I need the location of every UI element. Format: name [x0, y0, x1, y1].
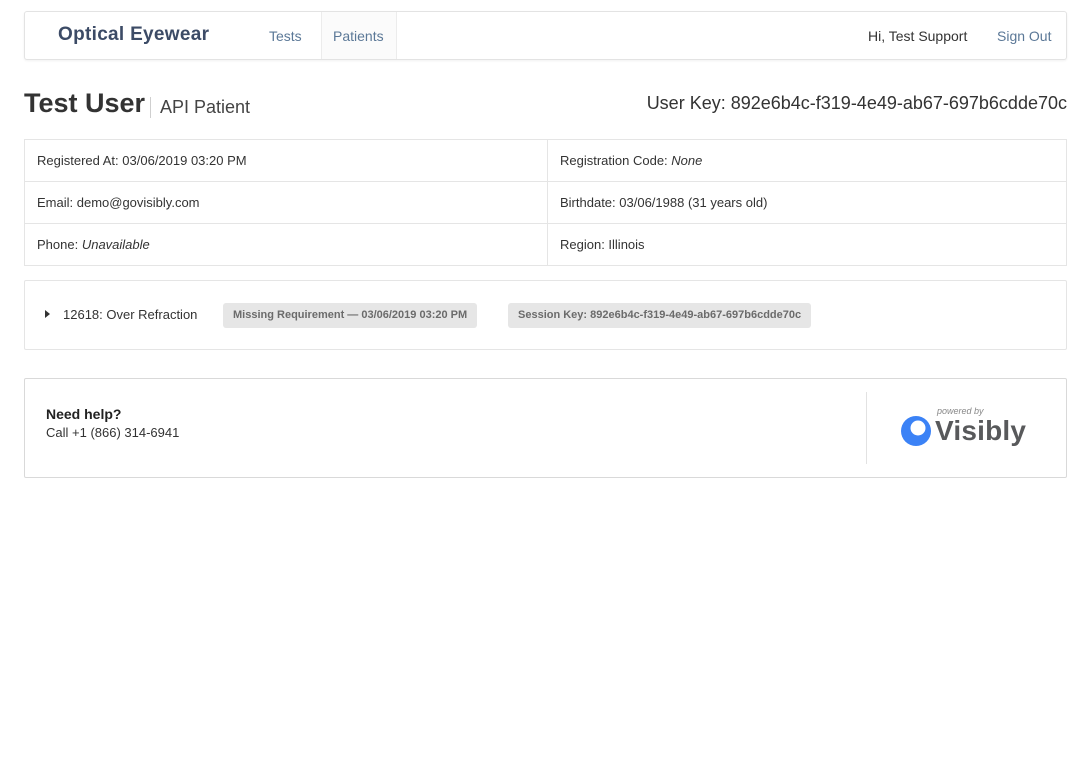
phone-label: Phone:: [37, 237, 82, 252]
birthdate-value: 03/06/1988 (31 years old): [619, 195, 768, 210]
region-value: Illinois: [608, 237, 645, 252]
visibly-logo-icon: [901, 416, 931, 446]
brand-logo-text[interactable]: Optical Eyewear: [58, 24, 209, 46]
top-navbar: Optical Eyewear Tests Patients Hi, Test …: [24, 11, 1067, 60]
nav-link-tests[interactable]: Tests: [269, 28, 302, 44]
patient-info-table: Registered At: 03/06/2019 03:20 PM Regis…: [24, 139, 1067, 266]
email-value: demo@govisibly.com: [76, 195, 200, 210]
registration-code-value: None: [671, 153, 703, 168]
footer-divider: [866, 392, 867, 464]
nav-link-patients[interactable]: Patients: [333, 28, 384, 44]
title-divider: [150, 97, 151, 118]
phone-cell: Phone: Unavailable: [24, 223, 548, 266]
registered-at-value: 03/06/2019 03:20 PM: [122, 153, 247, 168]
table-row: Registered At: 03/06/2019 03:20 PM Regis…: [24, 139, 1067, 182]
registration-code-label: Registration Code:: [560, 153, 672, 168]
phone-value: Unavailable: [81, 237, 150, 252]
email-cell: Email: demo@govisibly.com: [24, 181, 548, 224]
help-title: Need help?: [46, 406, 122, 422]
user-greeting: Hi, Test Support: [868, 28, 968, 44]
help-phone: Call +1 (866) 314-6941: [46, 425, 180, 440]
region-label: Region:: [560, 237, 609, 252]
birthdate-label: Birthdate:: [560, 195, 620, 210]
expand-caret-icon[interactable]: [45, 310, 50, 318]
registered-at-cell: Registered At: 03/06/2019 03:20 PM: [24, 139, 548, 182]
birthdate-cell: Birthdate: 03/06/1988 (31 years old): [547, 181, 1067, 224]
visibly-logo-text: Visibly: [935, 415, 1027, 446]
session-panel: 12618: Over Refraction Missing Requireme…: [24, 280, 1067, 350]
status-badge: Missing Requirement — 03/06/2019 03:20 P…: [223, 303, 478, 328]
table-row: Email: demo@govisibly.com Birthdate: 03/…: [24, 181, 1067, 224]
session-key-badge: Session Key: 892e6b4c-f319-4e49-ab67-697…: [508, 303, 812, 328]
session-title[interactable]: 12618: Over Refraction: [63, 307, 197, 322]
page-title: Test User: [24, 88, 146, 118]
nav-item-patients-active[interactable]: Patients: [321, 12, 397, 59]
help-footer: Need help? Call +1 (866) 314-6941 powere…: [24, 378, 1067, 478]
email-label: Email:: [37, 195, 77, 210]
user-key: User Key: 892e6b4c-f319-4e49-ab67-697b6c…: [646, 93, 1067, 113]
sign-out-link[interactable]: Sign Out: [997, 28, 1051, 44]
region-cell: Region: Illinois: [547, 223, 1067, 266]
registration-code-cell: Registration Code: None: [547, 139, 1067, 182]
patient-type-label: API Patient: [160, 97, 251, 117]
registered-at-label: Registered At:: [37, 153, 123, 168]
table-row: Phone: Unavailable Region: Illinois: [24, 223, 1067, 266]
